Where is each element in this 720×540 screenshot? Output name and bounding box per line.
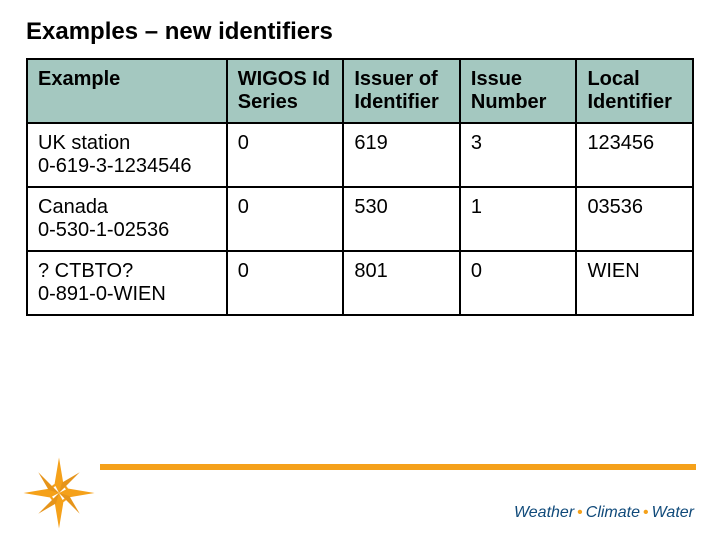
col-example: Example: [27, 59, 227, 123]
cell-local: 03536: [576, 187, 693, 251]
slide: Examples – new identifiers Example WIGOS…: [0, 0, 720, 540]
tagline: Weather•Climate•Water: [514, 504, 694, 522]
cell-issuer: 801: [343, 251, 460, 315]
cell-issuenum: 0: [460, 251, 577, 315]
cell-issuer: 530: [343, 187, 460, 251]
col-wigos: WIGOS Id Series: [227, 59, 344, 123]
row-label-line1: ? CTBTO?: [38, 260, 216, 283]
accent-bar: [100, 464, 696, 470]
tagline-word: Climate: [586, 504, 640, 521]
cell-issuer: 619: [343, 123, 460, 187]
col-local: Local Identifier: [576, 59, 693, 123]
table-row: UK station 0-619-3-1234546 0 619 3 12345…: [27, 123, 693, 187]
cell-issuenum: 1: [460, 187, 577, 251]
dot-icon: •: [640, 504, 652, 521]
cell-wigos: 0: [227, 187, 344, 251]
row-label-line1: Canada: [38, 196, 216, 219]
row-label-line2: 0-619-3-1234546: [38, 155, 216, 178]
table-row: Canada 0-530-1-02536 0 530 1 03536: [27, 187, 693, 251]
row-label: UK station 0-619-3-1234546: [27, 123, 227, 187]
identifier-table: Example WIGOS Id Series Issuer of Identi…: [26, 58, 694, 316]
row-label: ? CTBTO? 0-891-0-WIEN: [27, 251, 227, 315]
tagline-word: Water: [652, 504, 694, 521]
dot-icon: •: [574, 504, 586, 521]
footer: Weather•Climate•Water: [0, 456, 720, 540]
col-issuenum: Issue Number: [460, 59, 577, 123]
cell-wigos: 0: [227, 251, 344, 315]
page-title: Examples – new identifiers: [26, 18, 694, 46]
row-label-line2: 0-530-1-02536: [38, 219, 216, 242]
tagline-word: Weather: [514, 504, 574, 521]
table-header-row: Example WIGOS Id Series Issuer of Identi…: [27, 59, 693, 123]
row-label: Canada 0-530-1-02536: [27, 187, 227, 251]
row-label-line1: UK station: [38, 132, 216, 155]
compass-icon: [22, 456, 96, 530]
table-row: ? CTBTO? 0-891-0-WIEN 0 801 0 WIEN: [27, 251, 693, 315]
row-label-line2: 0-891-0-WIEN: [38, 283, 216, 306]
cell-issuenum: 3: [460, 123, 577, 187]
col-issuer: Issuer of Identifier: [343, 59, 460, 123]
cell-wigos: 0: [227, 123, 344, 187]
cell-local: 123456: [576, 123, 693, 187]
cell-local: WIEN: [576, 251, 693, 315]
